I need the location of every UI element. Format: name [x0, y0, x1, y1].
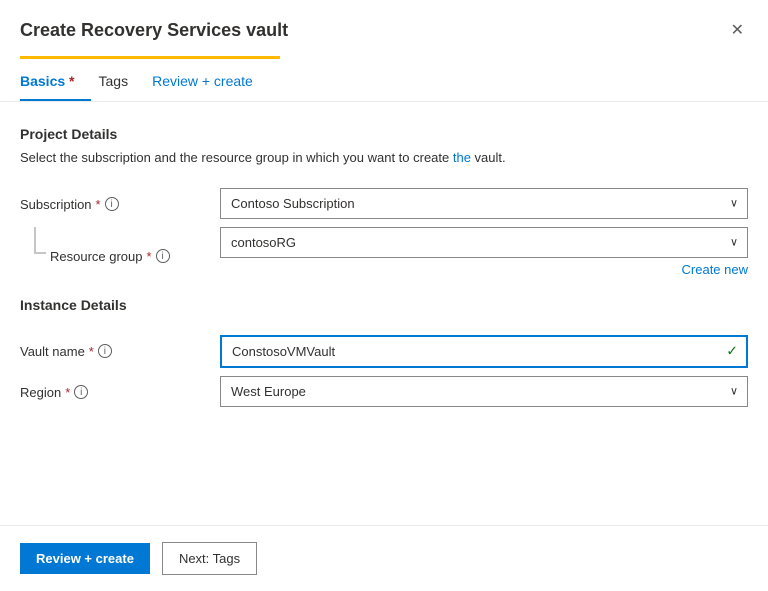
title-underline	[20, 56, 280, 59]
subscription-row: Subscription * i Contoso Subscription ∨	[20, 188, 748, 219]
rg-label-col: Resource group * i	[50, 227, 220, 277]
region-label-col: Region * i	[20, 376, 220, 400]
vault-name-label-col: Vault name * i	[20, 335, 220, 359]
vault-name-control: ✓	[220, 335, 748, 368]
basics-required-star: *	[65, 73, 74, 89]
region-row: Region * i West Europe ∨	[20, 376, 748, 407]
tabs-container: Basics * Tags Review + create	[0, 63, 768, 102]
region-select-wrapper: West Europe ∨	[220, 376, 748, 407]
rg-select-wrapper: contosoRG ∨	[220, 227, 748, 258]
resource-group-select[interactable]: contosoRG	[220, 227, 748, 258]
vault-required: *	[89, 344, 94, 359]
dialog-title: Create Recovery Services vault	[20, 20, 288, 41]
tab-tags[interactable]: Tags	[99, 63, 145, 101]
region-info-icon[interactable]: i	[74, 385, 88, 399]
subscription-required: *	[96, 197, 101, 212]
vault-name-label: Vault name * i	[20, 344, 240, 359]
subscription-select-wrapper: Contoso Subscription ∨	[220, 188, 748, 219]
subscription-label: Subscription * i	[20, 197, 240, 212]
subscription-select[interactable]: Contoso Subscription	[220, 188, 748, 219]
region-label: Region * i	[20, 385, 240, 400]
review-create-button[interactable]: Review + create	[20, 543, 150, 574]
create-dialog: Create Recovery Services vault ✕ Basics …	[0, 0, 768, 591]
region-control: West Europe ∨	[220, 376, 748, 407]
form-content: Project Details Select the subscription …	[0, 102, 768, 525]
next-tags-button[interactable]: Next: Tags	[162, 542, 257, 575]
dialog-header: Create Recovery Services vault ✕	[0, 0, 768, 56]
footer: Review + create Next: Tags	[0, 526, 768, 591]
create-new-link[interactable]: Create new	[220, 262, 748, 277]
vault-name-row: Vault name * i ✓	[20, 335, 748, 368]
project-details-title: Project Details	[20, 126, 748, 142]
subscription-info-icon[interactable]: i	[105, 197, 119, 211]
vault-name-input[interactable]	[220, 335, 748, 368]
vault-input-wrapper: ✓	[220, 335, 748, 368]
spacer	[20, 319, 748, 335]
rg-control-col: contosoRG ∨ Create new	[220, 227, 748, 277]
rg-info-icon[interactable]: i	[156, 249, 170, 263]
desc-highlight: the	[453, 150, 471, 165]
instance-details-title: Instance Details	[20, 297, 748, 313]
vault-info-icon[interactable]: i	[98, 344, 112, 358]
region-required: *	[65, 385, 70, 400]
rg-tree-line	[20, 227, 50, 277]
desc-text-1: Select the subscription and the resource…	[20, 150, 453, 165]
tab-basics[interactable]: Basics *	[20, 63, 91, 101]
project-details-desc: Select the subscription and the resource…	[20, 148, 748, 168]
tab-review-create[interactable]: Review + create	[152, 63, 269, 101]
vault-check-icon: ✓	[726, 343, 738, 360]
subscription-label-col: Subscription * i	[20, 188, 220, 212]
subscription-control: Contoso Subscription ∨	[220, 188, 748, 219]
resource-group-container: Resource group * i contosoRG ∨ Create ne…	[20, 227, 748, 277]
rg-required: *	[147, 249, 152, 264]
desc-text-2: vault.	[471, 150, 506, 165]
region-select[interactable]: West Europe	[220, 376, 748, 407]
close-button[interactable]: ✕	[727, 16, 748, 44]
